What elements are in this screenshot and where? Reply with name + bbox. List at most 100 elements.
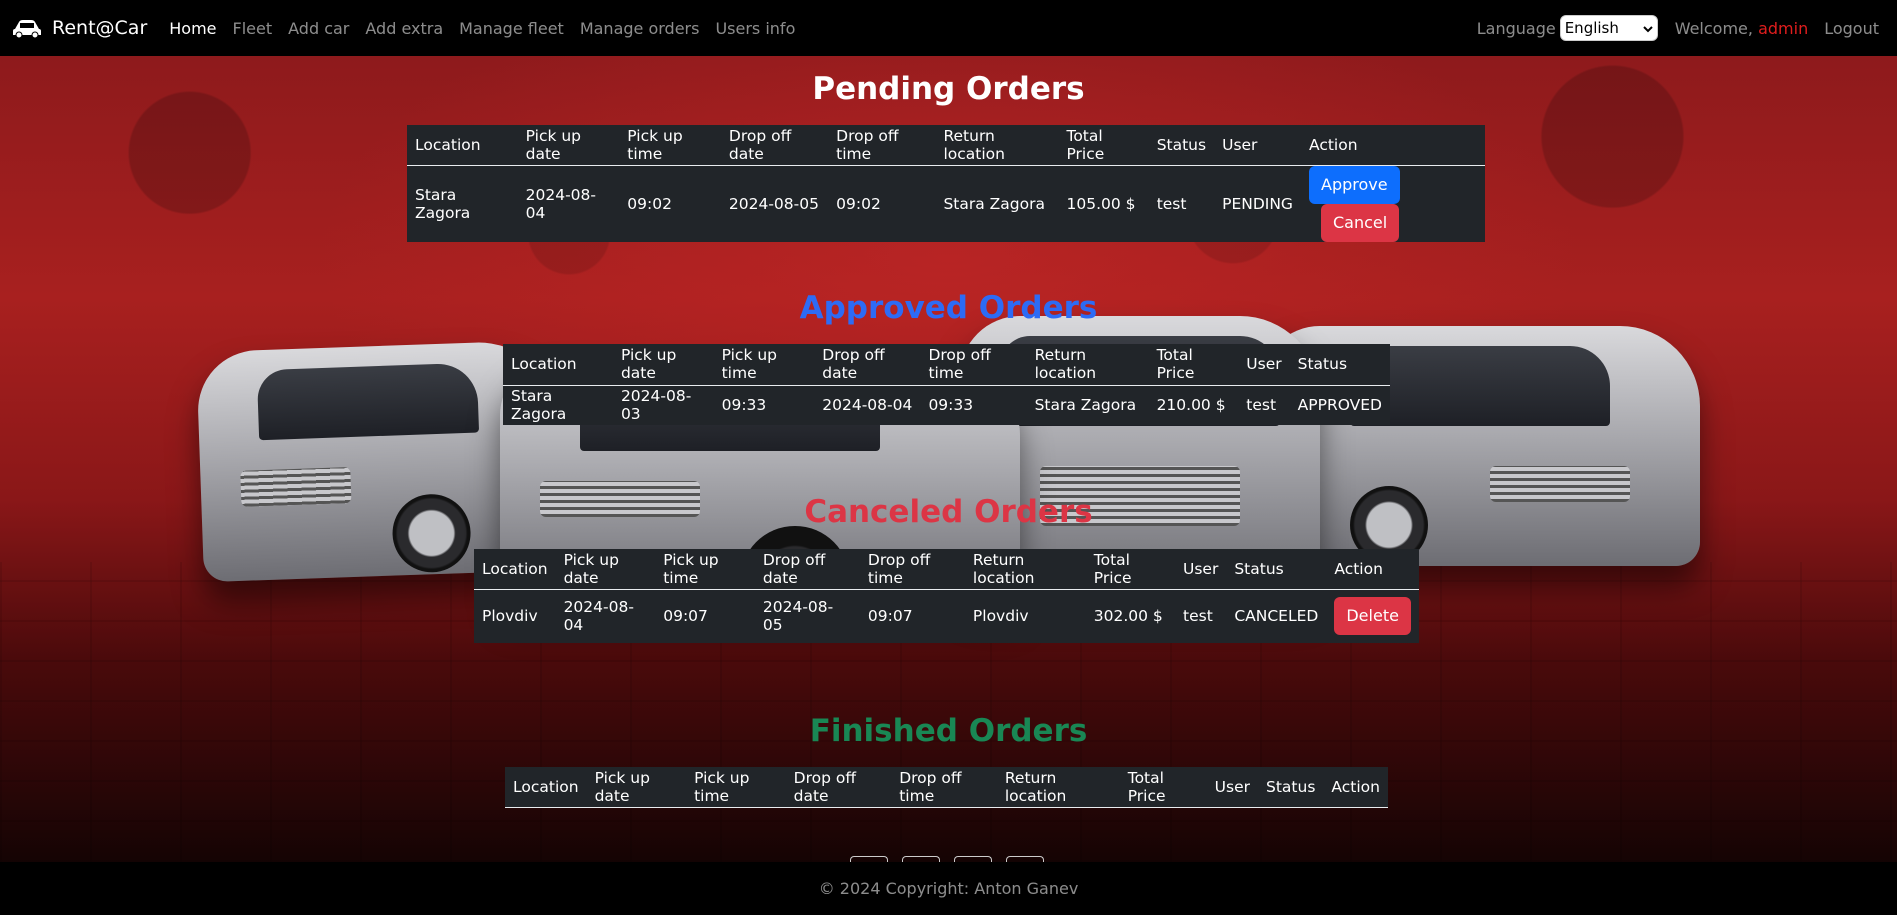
nav-users-info[interactable]: Users info [715, 19, 795, 38]
col-return-location: Return location [996, 767, 1120, 808]
col-total-price: Total Price [1119, 767, 1207, 808]
brand-name: Rent@Car [52, 17, 148, 39]
language-label: Language [1476, 18, 1556, 38]
footer: © 2024 Copyright: Anton Ganev [0, 862, 1897, 915]
col-return-location: Return location [964, 549, 1086, 590]
col-dropoff-date: Drop off date [814, 344, 921, 386]
username[interactable]: admin [1758, 19, 1808, 38]
col-user: User [1206, 767, 1258, 808]
table-header-row: Location Pick up date Pick up time Drop … [474, 549, 1419, 590]
col-pickup-date: Pick up date [517, 125, 620, 166]
nav-add-car[interactable]: Add car [288, 19, 349, 38]
col-pickup-time: Pick up time [713, 344, 815, 386]
chevron-down-icon [1642, 19, 1653, 37]
col-location: Location [505, 767, 587, 808]
cancel-button[interactable]: Cancel [1321, 203, 1400, 242]
col-total-price: Total Price [1148, 344, 1239, 386]
col-pickup-date: Pick up date [555, 549, 656, 590]
col-action: Action [1301, 125, 1485, 166]
cell-pickup-time: 09:33 [721, 396, 767, 415]
col-location: Location [474, 549, 556, 590]
col-return-location: Return location [935, 125, 1059, 166]
welcome-label: Welcome, [1674, 18, 1753, 38]
col-action: Action [1323, 767, 1388, 808]
col-dropoff-time: Drop off time [859, 549, 965, 590]
col-dropoff-date: Drop off date [720, 125, 829, 166]
delete-button[interactable]: Delete [1334, 597, 1411, 636]
col-user: User [1214, 125, 1301, 166]
col-location: Location [407, 125, 518, 166]
table-header-row: Location Pick up date Pick up time Drop … [505, 767, 1388, 808]
cell-total-price: 302.00 $ [1093, 607, 1163, 626]
cell-pickup-date: 2024-08-04 [563, 598, 634, 635]
canceled-orders-table: Location Pick up date Pick up time Drop … [474, 549, 1419, 643]
cell-pickup-time: 09:02 [627, 194, 672, 213]
nav-manage-fleet[interactable]: Manage fleet [459, 19, 564, 38]
col-pickup-time: Pick up time [619, 125, 721, 166]
cell-pickup-time: 09:07 [663, 607, 708, 626]
cell-total-price: 210.00 $ [1156, 396, 1226, 415]
col-status: Status [1289, 344, 1390, 386]
cell-return-location: Stara Zagora [943, 194, 1045, 213]
col-location: Location [503, 344, 613, 386]
cell-dropoff-time: 09:33 [928, 396, 974, 415]
col-return-location: Return location [1026, 344, 1149, 386]
finished-orders-table: Location Pick up date Pick up time Drop … [505, 767, 1388, 808]
col-dropoff-time: Drop off time [891, 767, 997, 808]
cell-status: test [1156, 194, 1187, 213]
cell-dropoff-date: 2024-08-04 [822, 396, 913, 415]
col-pickup-date: Pick up date [612, 344, 714, 386]
col-user: User [1175, 549, 1227, 590]
cell-dropoff-time: 09:07 [867, 607, 913, 626]
nav-manage-orders[interactable]: Manage orders [580, 19, 700, 38]
cell-return-location: Plovdiv [972, 607, 1029, 626]
col-status: Status [1226, 549, 1327, 590]
col-pickup-time: Pick up time [686, 767, 786, 808]
cell-pickup-date: 2024-08-03 [620, 387, 692, 424]
col-dropoff-time: Drop off time [828, 125, 936, 166]
cell-status: APPROVED [1297, 396, 1382, 415]
col-status: Status [1148, 125, 1215, 166]
canceled-orders-title: Canceled Orders [804, 494, 1093, 530]
nav-home[interactable]: Home [169, 19, 216, 38]
approve-button[interactable]: Approve [1309, 165, 1400, 204]
col-user: User [1238, 344, 1290, 386]
col-pickup-time: Pick up time [655, 549, 755, 590]
car-icon [12, 17, 42, 39]
nav-fleet[interactable]: Fleet [233, 19, 273, 38]
cell-location: Stara Zagora [511, 387, 567, 424]
cell-action: Delete [1326, 589, 1419, 643]
cell-user: PENDING [1222, 194, 1293, 213]
logout-link[interactable]: Logout [1824, 19, 1879, 38]
col-pickup-date: Pick up date [586, 767, 687, 808]
table-row: Plovdiv 2024-08-04 09:07 2024-08-05 09:0… [474, 589, 1419, 643]
table-header-row: Location Pick up date Pick up time Drop … [503, 344, 1390, 386]
table-header-row: Location Pick up date Pick up time Drop … [407, 125, 1485, 166]
cell-status: CANCELED [1234, 607, 1319, 626]
cell-location: Stara Zagora [415, 185, 471, 222]
cell-dropoff-time: 09:02 [836, 194, 881, 213]
col-status: Status [1258, 767, 1324, 808]
cell-return-location: Stara Zagora [1034, 396, 1137, 415]
cell-user: test [1183, 607, 1213, 626]
approved-orders-title: Approved Orders [799, 290, 1098, 326]
col-action: Action [1326, 549, 1419, 590]
pending-orders-title: Pending Orders [812, 71, 1085, 107]
navbar: Rent@Car Home Fleet Add car Add extra Ma… [0, 0, 1897, 56]
cell-user: test [1246, 396, 1277, 415]
pending-orders-table: Location Pick up date Pick up time Drop … [407, 125, 1485, 242]
col-total-price: Total Price [1085, 549, 1175, 590]
cell-location: Plovdiv [482, 607, 538, 626]
brand[interactable]: Rent@Car [12, 17, 147, 39]
col-total-price: Total Price [1058, 125, 1149, 166]
col-dropoff-time: Drop off time [920, 344, 1027, 386]
table-row: Stara Zagora 2024-08-04 09:02 2024-08-05… [407, 165, 1485, 242]
table-row: Stara Zagora 2024-08-03 09:33 2024-08-04… [503, 385, 1390, 425]
copyright-text: © 2024 Copyright: Anton Ganev [818, 879, 1079, 898]
cell-action: Approve Cancel [1301, 165, 1485, 242]
col-dropoff-date: Drop off date [785, 767, 892, 808]
nav-add-extra[interactable]: Add extra [365, 19, 443, 38]
language-select[interactable]: English [1559, 15, 1658, 41]
language-value: English [1564, 19, 1619, 37]
cell-total-price: 105.00 $ [1066, 194, 1136, 213]
